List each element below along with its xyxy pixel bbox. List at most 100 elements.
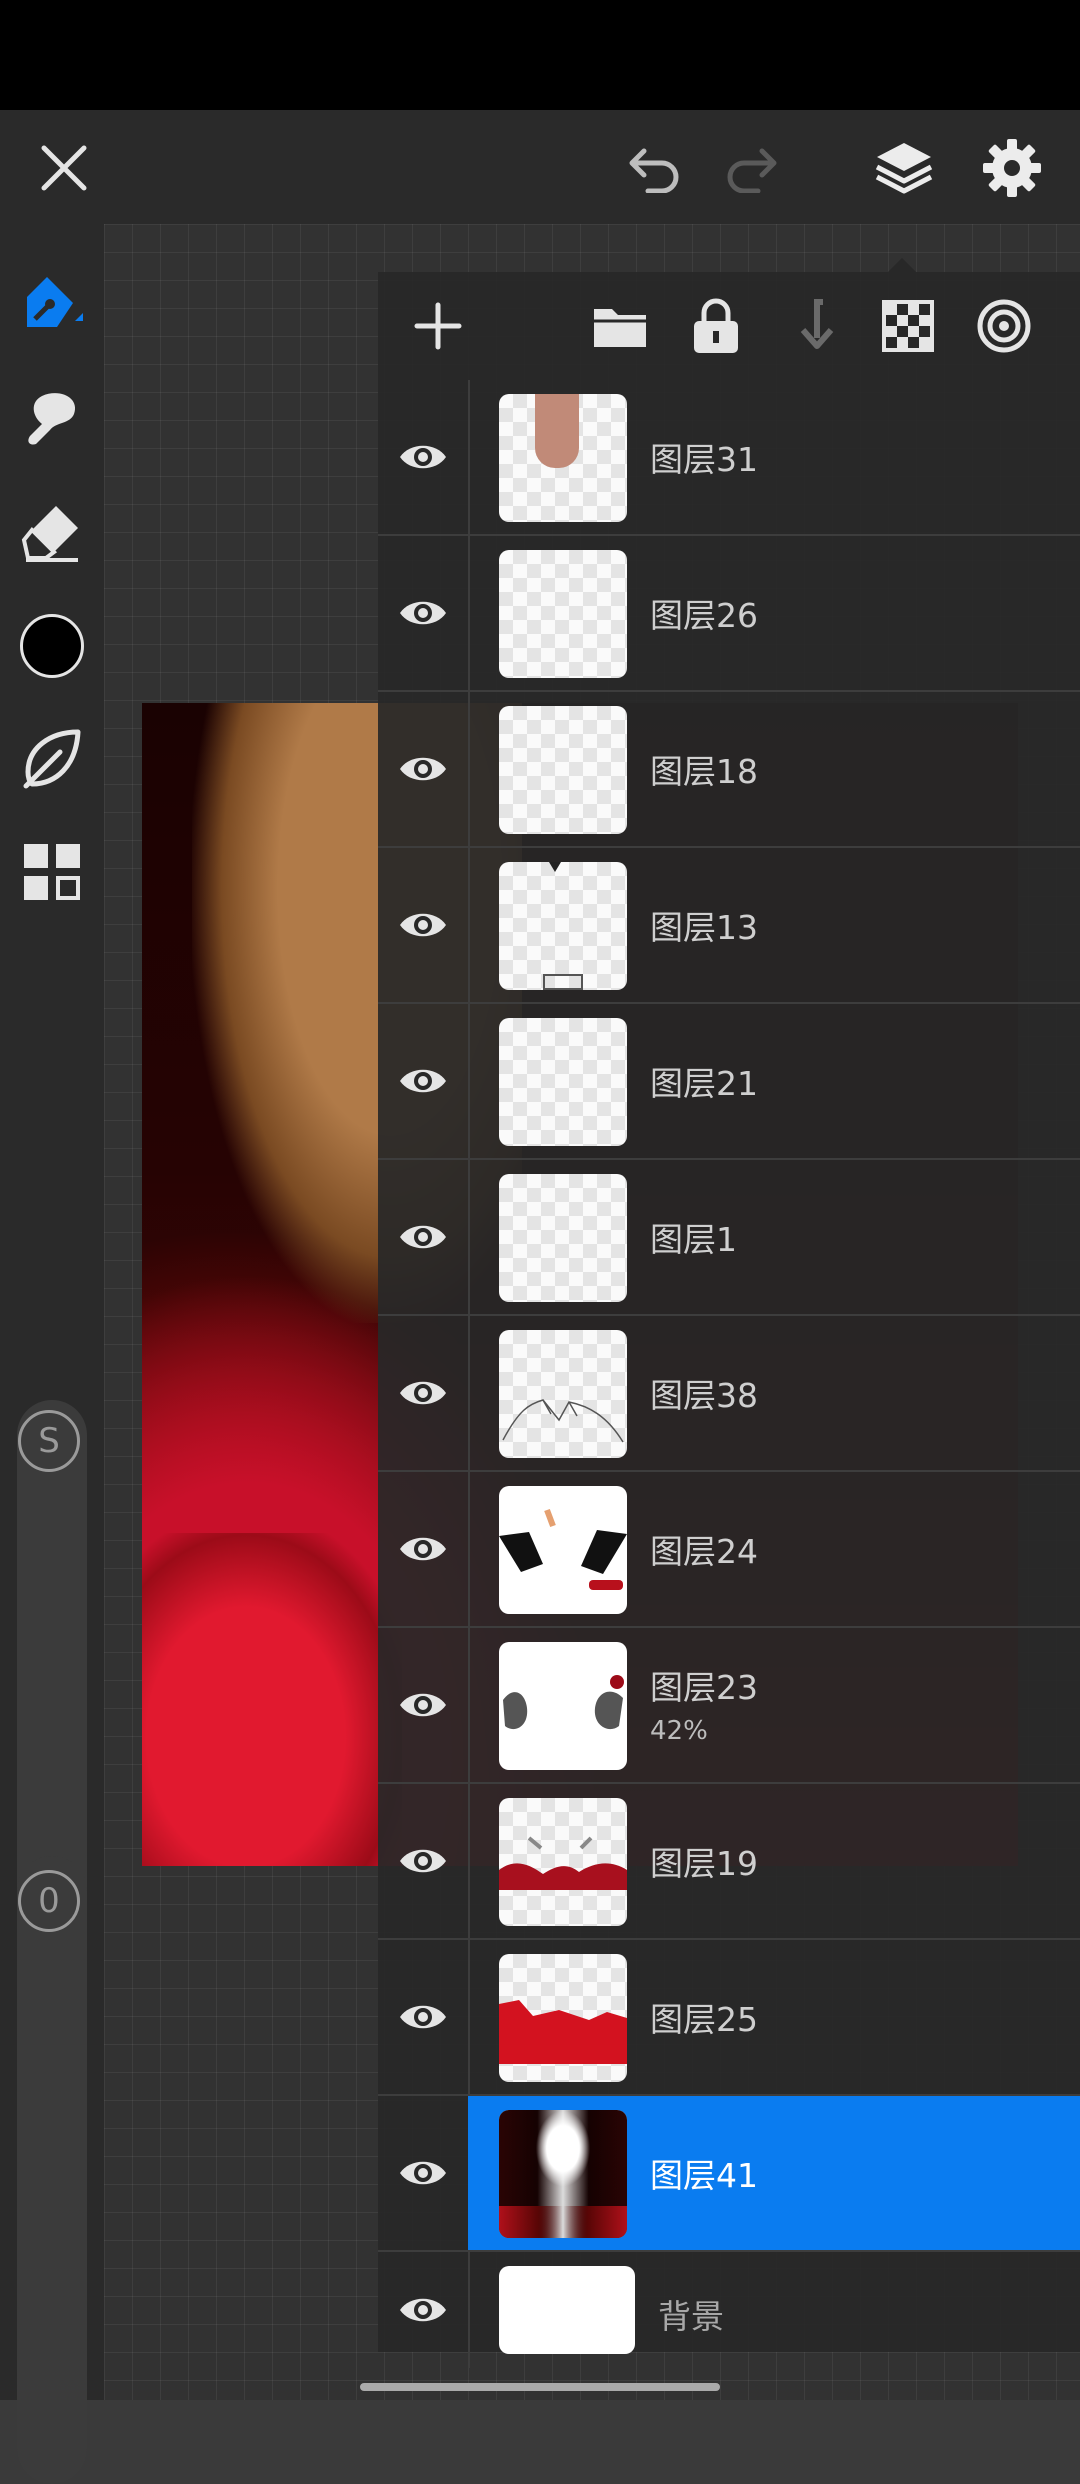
layer-name: 背景 xyxy=(658,2297,724,2336)
layer-content[interactable]: 图层24 xyxy=(468,1472,1080,1626)
layer-content[interactable]: 图层25 xyxy=(468,1940,1080,2094)
background-layer-row[interactable]: 背景 xyxy=(378,2252,1080,2368)
leaf-shape-icon[interactable] xyxy=(12,718,92,798)
eye-icon xyxy=(400,1225,446,1249)
layer-row[interactable]: 图层24 xyxy=(378,1472,1080,1628)
layer-content[interactable]: 图层13 xyxy=(468,848,1080,1002)
layer-row-selected[interactable]: 图层41 xyxy=(378,2096,1080,2252)
layer-name: 图层19 xyxy=(650,1844,758,1883)
layer-name: 图层18 xyxy=(650,752,758,791)
layer-thumbnail xyxy=(499,550,627,678)
layer-row[interactable]: 图层13 xyxy=(378,848,1080,1004)
eye-icon xyxy=(400,1849,446,1873)
visibility-toggle[interactable] xyxy=(378,536,470,690)
visibility-toggle[interactable] xyxy=(378,2252,470,2368)
layer-content[interactable]: 背景 xyxy=(468,2252,1080,2368)
layer-thumbnail xyxy=(499,1174,627,1302)
layer-name: 图层23 xyxy=(650,1668,758,1707)
layer-content[interactable]: 图层1 xyxy=(468,1160,1080,1314)
layer-name: 图层25 xyxy=(650,2000,758,2039)
lock-icon[interactable] xyxy=(686,294,746,358)
eye-icon xyxy=(400,1381,446,1405)
brush-opacity-knob[interactable]: 0 xyxy=(18,1870,80,1932)
layer-content[interactable]: 图层41 xyxy=(468,2096,1080,2250)
visibility-toggle[interactable] xyxy=(378,1004,470,1158)
layer-row[interactable]: 图层18 xyxy=(378,692,1080,848)
layer-row[interactable]: 图层1 xyxy=(378,1160,1080,1316)
layer-content[interactable]: 图层26 xyxy=(468,536,1080,690)
panel-caret xyxy=(888,258,916,272)
eraser-icon[interactable] xyxy=(12,492,92,572)
layer-thumbnail xyxy=(499,2110,627,2238)
layer-content[interactable]: 图层19 xyxy=(468,1784,1080,1938)
visibility-toggle[interactable] xyxy=(378,848,470,1002)
layer-list: 图层31 图层26 图层18 图层13 图层21 图层1 图层38 图层24 图… xyxy=(378,380,1080,2368)
visibility-toggle[interactable] xyxy=(378,1940,470,2094)
layer-thumbnail xyxy=(499,706,627,834)
layer-name: 图层31 xyxy=(650,440,758,479)
layer-content[interactable]: 图层23 42% xyxy=(468,1628,1080,1782)
layer-content[interactable]: 图层38 xyxy=(468,1316,1080,1470)
undo-icon[interactable] xyxy=(618,132,690,204)
color-swatch[interactable] xyxy=(12,606,92,686)
gallery-grid-icon[interactable] xyxy=(12,832,92,912)
layer-thumbnail xyxy=(499,394,627,522)
home-indicator[interactable] xyxy=(360,2383,720,2391)
layers-icon[interactable] xyxy=(866,130,942,206)
eye-icon xyxy=(400,2298,446,2322)
visibility-toggle[interactable] xyxy=(378,1472,470,1626)
layer-thumbnail xyxy=(499,1330,627,1458)
brush-opacity-slider[interactable] xyxy=(17,1856,87,2484)
smudge-icon[interactable] xyxy=(12,378,92,458)
layer-row[interactable]: 图层38 xyxy=(378,1316,1080,1472)
layer-content[interactable]: 图层21 xyxy=(468,1004,1080,1158)
brush-size-knob[interactable]: S xyxy=(18,1410,80,1472)
eye-icon xyxy=(400,913,446,937)
checkerboard-icon[interactable] xyxy=(878,296,938,356)
layer-panel: 图层31 图层26 图层18 图层13 图层21 图层1 图层38 图层24 图… xyxy=(378,272,1080,2368)
layer-name: 图层26 xyxy=(650,596,758,635)
eye-icon xyxy=(400,445,446,469)
layer-name: 图层41 xyxy=(650,2156,758,2195)
eye-icon xyxy=(400,1069,446,1093)
layer-row[interactable]: 图层26 xyxy=(378,536,1080,692)
visibility-toggle[interactable] xyxy=(378,380,470,534)
folder-icon[interactable] xyxy=(590,296,650,356)
artwork-red-clothing xyxy=(142,1533,402,1866)
layer-content[interactable]: 图层31 xyxy=(468,380,1080,534)
layer-row[interactable]: 图层21 xyxy=(378,1004,1080,1160)
layer-thumbnail xyxy=(499,1018,627,1146)
close-icon[interactable] xyxy=(28,132,100,204)
redo-icon[interactable] xyxy=(716,132,788,204)
eye-icon xyxy=(400,601,446,625)
brush-pen-icon[interactable] xyxy=(12,264,92,344)
visibility-toggle[interactable] xyxy=(378,1628,470,1782)
gear-icon[interactable] xyxy=(974,130,1050,206)
layer-panel-toolbar xyxy=(378,272,1080,380)
layer-row[interactable]: 图层19 xyxy=(378,1784,1080,1940)
layer-row[interactable]: 图层31 xyxy=(378,380,1080,536)
target-icon[interactable] xyxy=(974,296,1034,356)
layer-name: 图层21 xyxy=(650,1064,758,1103)
merge-down-icon[interactable] xyxy=(784,296,844,356)
add-icon[interactable] xyxy=(408,296,468,356)
top-toolbar xyxy=(0,110,1080,224)
layer-thumbnail xyxy=(499,1954,627,2082)
layer-thumbnail xyxy=(499,1486,627,1614)
layer-row[interactable]: 图层25 xyxy=(378,1940,1080,2096)
layer-content[interactable]: 图层18 xyxy=(468,692,1080,846)
layer-name: 图层38 xyxy=(650,1376,758,1415)
visibility-toggle[interactable] xyxy=(378,1784,470,1938)
eye-icon xyxy=(400,1537,446,1561)
eye-icon xyxy=(400,2161,446,2185)
status-bar xyxy=(0,0,1080,110)
visibility-toggle[interactable] xyxy=(378,2096,470,2250)
layer-thumbnail xyxy=(499,862,627,990)
visibility-toggle[interactable] xyxy=(378,692,470,846)
eye-icon xyxy=(400,2005,446,2029)
visibility-toggle[interactable] xyxy=(378,1160,470,1314)
layer-thumbnail xyxy=(499,1642,627,1770)
layer-row[interactable]: 图层23 42% xyxy=(378,1628,1080,1784)
layer-name: 图层13 xyxy=(650,908,758,947)
visibility-toggle[interactable] xyxy=(378,1316,470,1470)
